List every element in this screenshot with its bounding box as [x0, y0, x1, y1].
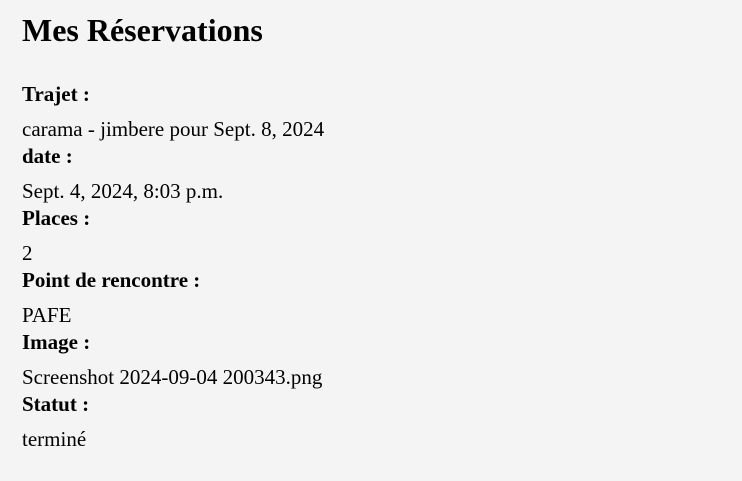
page-title: Mes Réservations [22, 12, 263, 48]
field-statut: Statut : terminé [22, 392, 722, 454]
trajet-label: Trajet : [22, 82, 90, 106]
point-de-rencontre-label: Point de rencontre : [22, 268, 201, 292]
places-label: Places : [22, 206, 91, 230]
field-point-de-rencontre: Point de rencontre : PAFE [22, 268, 722, 330]
field-image: Image : Screenshot 2024-09-04 200343.png [22, 330, 722, 392]
reservation-details: Trajet : carama - jimbere pour Sept. 8, … [22, 82, 722, 454]
image-value: Screenshot 2024-09-04 200343.png [22, 365, 323, 389]
date-value: Sept. 4, 2024, 8:03 p.m. [22, 179, 224, 203]
field-date: date : Sept. 4, 2024, 8:03 p.m. [22, 144, 722, 206]
date-label: date : [22, 144, 73, 168]
field-places: Places : 2 [22, 206, 722, 268]
statut-label: Statut : [22, 392, 90, 416]
point-de-rencontre-value: PAFE [22, 303, 72, 327]
places-value: 2 [22, 241, 33, 265]
trajet-value: carama - jimbere pour Sept. 8, 2024 [22, 117, 325, 141]
statut-value: terminé [22, 427, 87, 451]
image-label: Image : [22, 330, 91, 354]
field-trajet: Trajet : carama - jimbere pour Sept. 8, … [22, 82, 722, 144]
